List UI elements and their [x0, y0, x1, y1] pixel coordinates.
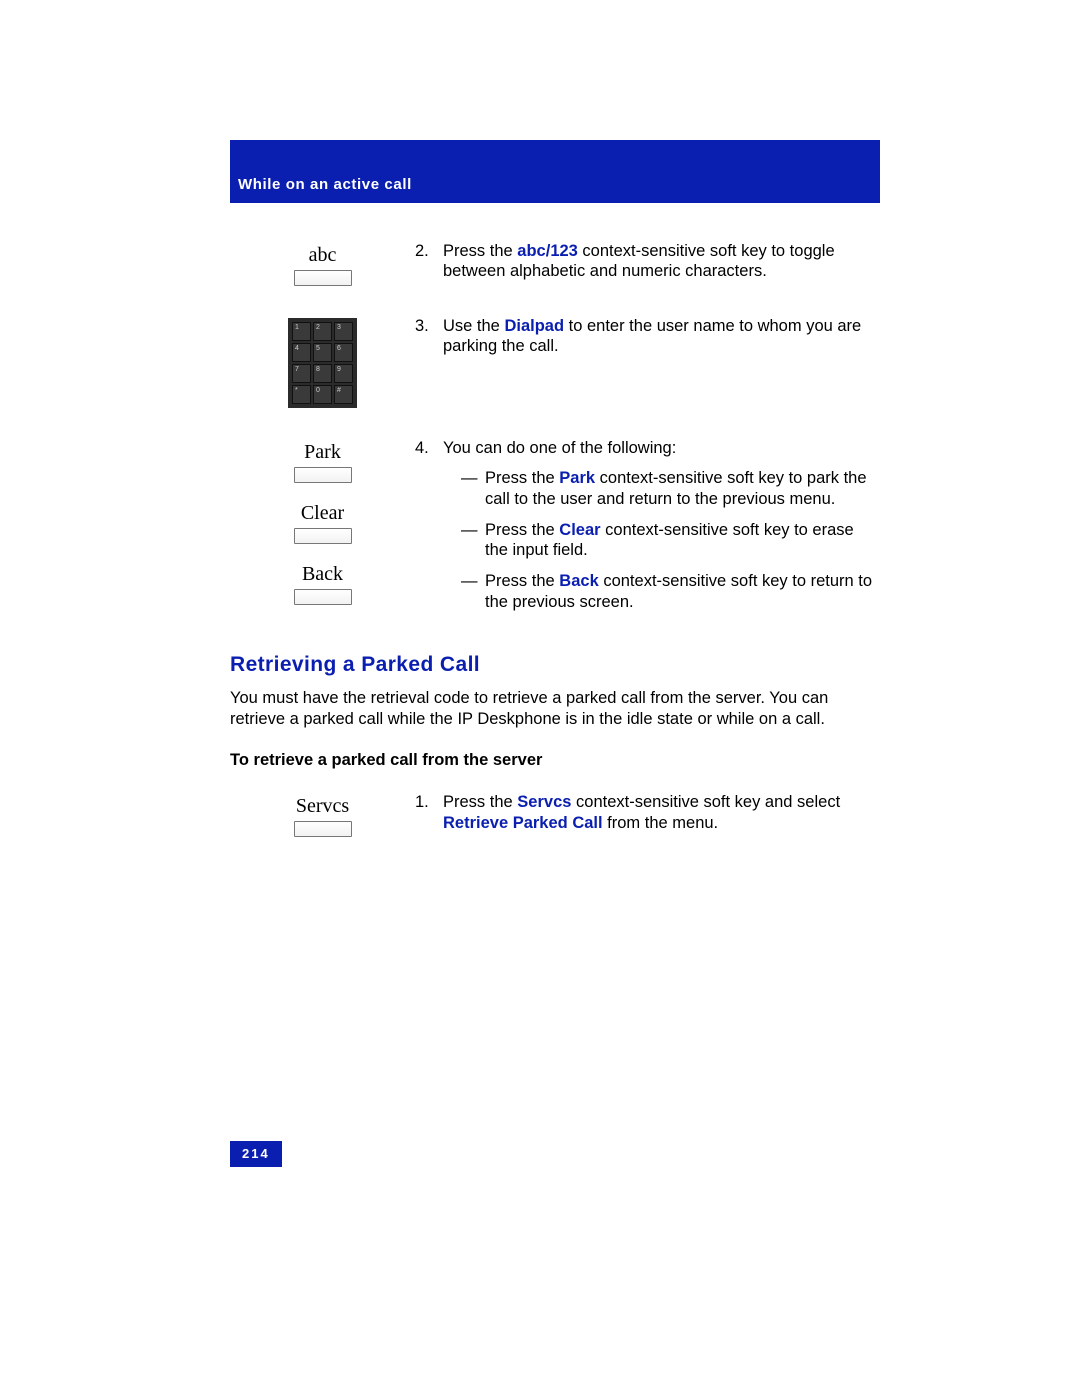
retrieve-step-1-text: 1. Press the Servcs context-sensitive so…	[415, 792, 880, 837]
back-keyword: Back	[559, 572, 598, 590]
servcs-label: Servcs	[296, 794, 349, 819]
step-2-number: 2.	[415, 241, 443, 282]
abc123-keyword: abc/123	[517, 242, 578, 260]
step-3-number: 3.	[415, 316, 443, 357]
section-subhead: To retrieve a parked call from the serve…	[230, 750, 880, 771]
option-back: — Press the Back context-sensitive soft …	[461, 571, 880, 612]
park-keyword: Park	[559, 469, 595, 487]
page-number-bar: 214	[230, 1141, 282, 1167]
retrieve-step-1-row: Servcs 1. Press the Servcs context-sensi…	[230, 792, 880, 837]
header-bar: While on an active call	[230, 140, 880, 203]
step-4-visual: Park Clear Back	[230, 438, 415, 622]
dialpad-keyword: Dialpad	[504, 317, 564, 335]
servcs-button-icon	[294, 821, 352, 837]
step-3-body: Use the Dialpad to enter the user name t…	[443, 316, 880, 357]
clear-button-icon	[294, 528, 352, 544]
step-2-body: Press the abc/123 context-sensitive soft…	[443, 241, 880, 282]
step-4-number: 4.	[415, 438, 443, 622]
option-clear: — Press the Clear context-sensitive soft…	[461, 520, 880, 561]
servcs-keyword: Servcs	[517, 793, 571, 811]
page-number: 214	[242, 1146, 270, 1161]
step-3-visual: 123 456 789 *0#	[230, 316, 415, 408]
section-paragraph: You must have the retrieval code to retr…	[230, 688, 880, 729]
option-park: — Press the Park context-sensitive soft …	[461, 468, 880, 509]
abc-button-icon	[294, 270, 352, 286]
header-title: While on an active call	[238, 176, 412, 193]
step-3-row: 123 456 789 *0# 3. Use the Dialpad to en…	[230, 316, 880, 408]
step-2-text: 2. Press the abc/123 context-sensitive s…	[415, 241, 880, 286]
abc-label: abc	[309, 243, 337, 268]
clear-label: Clear	[301, 501, 344, 526]
dialpad-icon: 123 456 789 *0#	[288, 318, 357, 408]
park-button-icon	[294, 467, 352, 483]
retrieve-parked-keyword: Retrieve Parked Call	[443, 814, 603, 832]
retrieve-step-1-body: Press the Servcs context-sensitive soft …	[443, 792, 880, 833]
step-2-visual: abc	[230, 241, 415, 286]
park-label: Park	[304, 440, 341, 465]
servcs-softkey: Servcs	[294, 794, 352, 837]
section-title: Retrieving a Parked Call	[230, 652, 880, 678]
step-3-text: 3. Use the Dialpad to enter the user nam…	[415, 316, 880, 408]
abc-softkey: abc	[294, 243, 352, 286]
back-label: Back	[302, 562, 343, 587]
step-4-body: You can do one of the following: — Press…	[443, 438, 880, 622]
step-4-options: — Press the Park context-sensitive soft …	[443, 468, 880, 612]
park-softkey: Park	[294, 440, 352, 483]
clear-softkey: Clear	[294, 501, 352, 544]
back-softkey: Back	[294, 562, 352, 605]
retrieve-step-1-visual: Servcs	[230, 792, 415, 837]
retrieve-step-1-number: 1.	[415, 792, 443, 833]
step-4-row: Park Clear Back 4. You can do one of the…	[230, 438, 880, 622]
step-2-row: abc 2. Press the abc/123 context-sensiti…	[230, 241, 880, 286]
clear-keyword: Clear	[559, 521, 600, 539]
step-4-text: 4. You can do one of the following: — Pr…	[415, 438, 880, 622]
back-button-icon	[294, 589, 352, 605]
manual-page: While on an active call abc 2. Press the…	[0, 0, 1080, 1397]
